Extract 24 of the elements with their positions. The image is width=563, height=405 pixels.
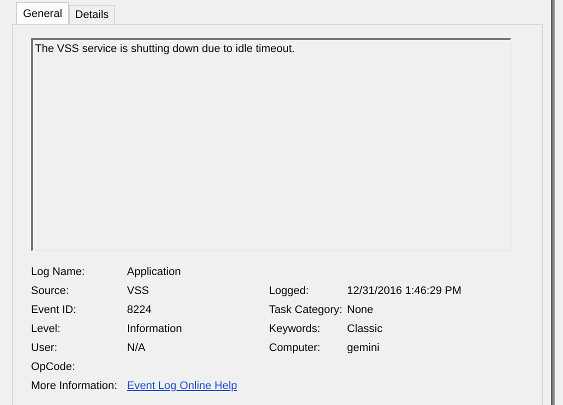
field-value: VSS bbox=[127, 284, 150, 298]
field-value: Classic bbox=[347, 322, 384, 336]
field-label: Logged: bbox=[269, 284, 310, 298]
field-label: Task Category: bbox=[269, 303, 344, 317]
field-value: N/A bbox=[127, 341, 146, 355]
tab[interactable]: Details bbox=[69, 5, 115, 24]
field-label: Level: bbox=[31, 322, 62, 336]
field-label: Computer: bbox=[269, 341, 322, 355]
field-label: Event ID: bbox=[31, 303, 78, 317]
field-label: More Information: bbox=[31, 379, 118, 393]
field-value: None bbox=[347, 303, 374, 317]
field-label: OpCode: bbox=[31, 360, 76, 374]
field-value: 12/31/2016 1:46:29 PM bbox=[347, 284, 462, 298]
field-value: gemini bbox=[347, 341, 380, 355]
field-value: Application bbox=[127, 265, 182, 279]
field-label: User: bbox=[31, 341, 58, 355]
field-value: 8224 bbox=[127, 303, 152, 317]
field-label: Source: bbox=[31, 284, 70, 298]
tab[interactable]: General bbox=[16, 2, 70, 24]
field-label: Log Name: bbox=[31, 265, 86, 279]
field-value: Information bbox=[127, 322, 184, 336]
field-label: Keywords: bbox=[269, 322, 322, 336]
help-link[interactable]: Event Log Online Help bbox=[127, 379, 238, 393]
description-text: The VSS service is shutting down due to idle timeout. bbox=[35, 43, 295, 55]
